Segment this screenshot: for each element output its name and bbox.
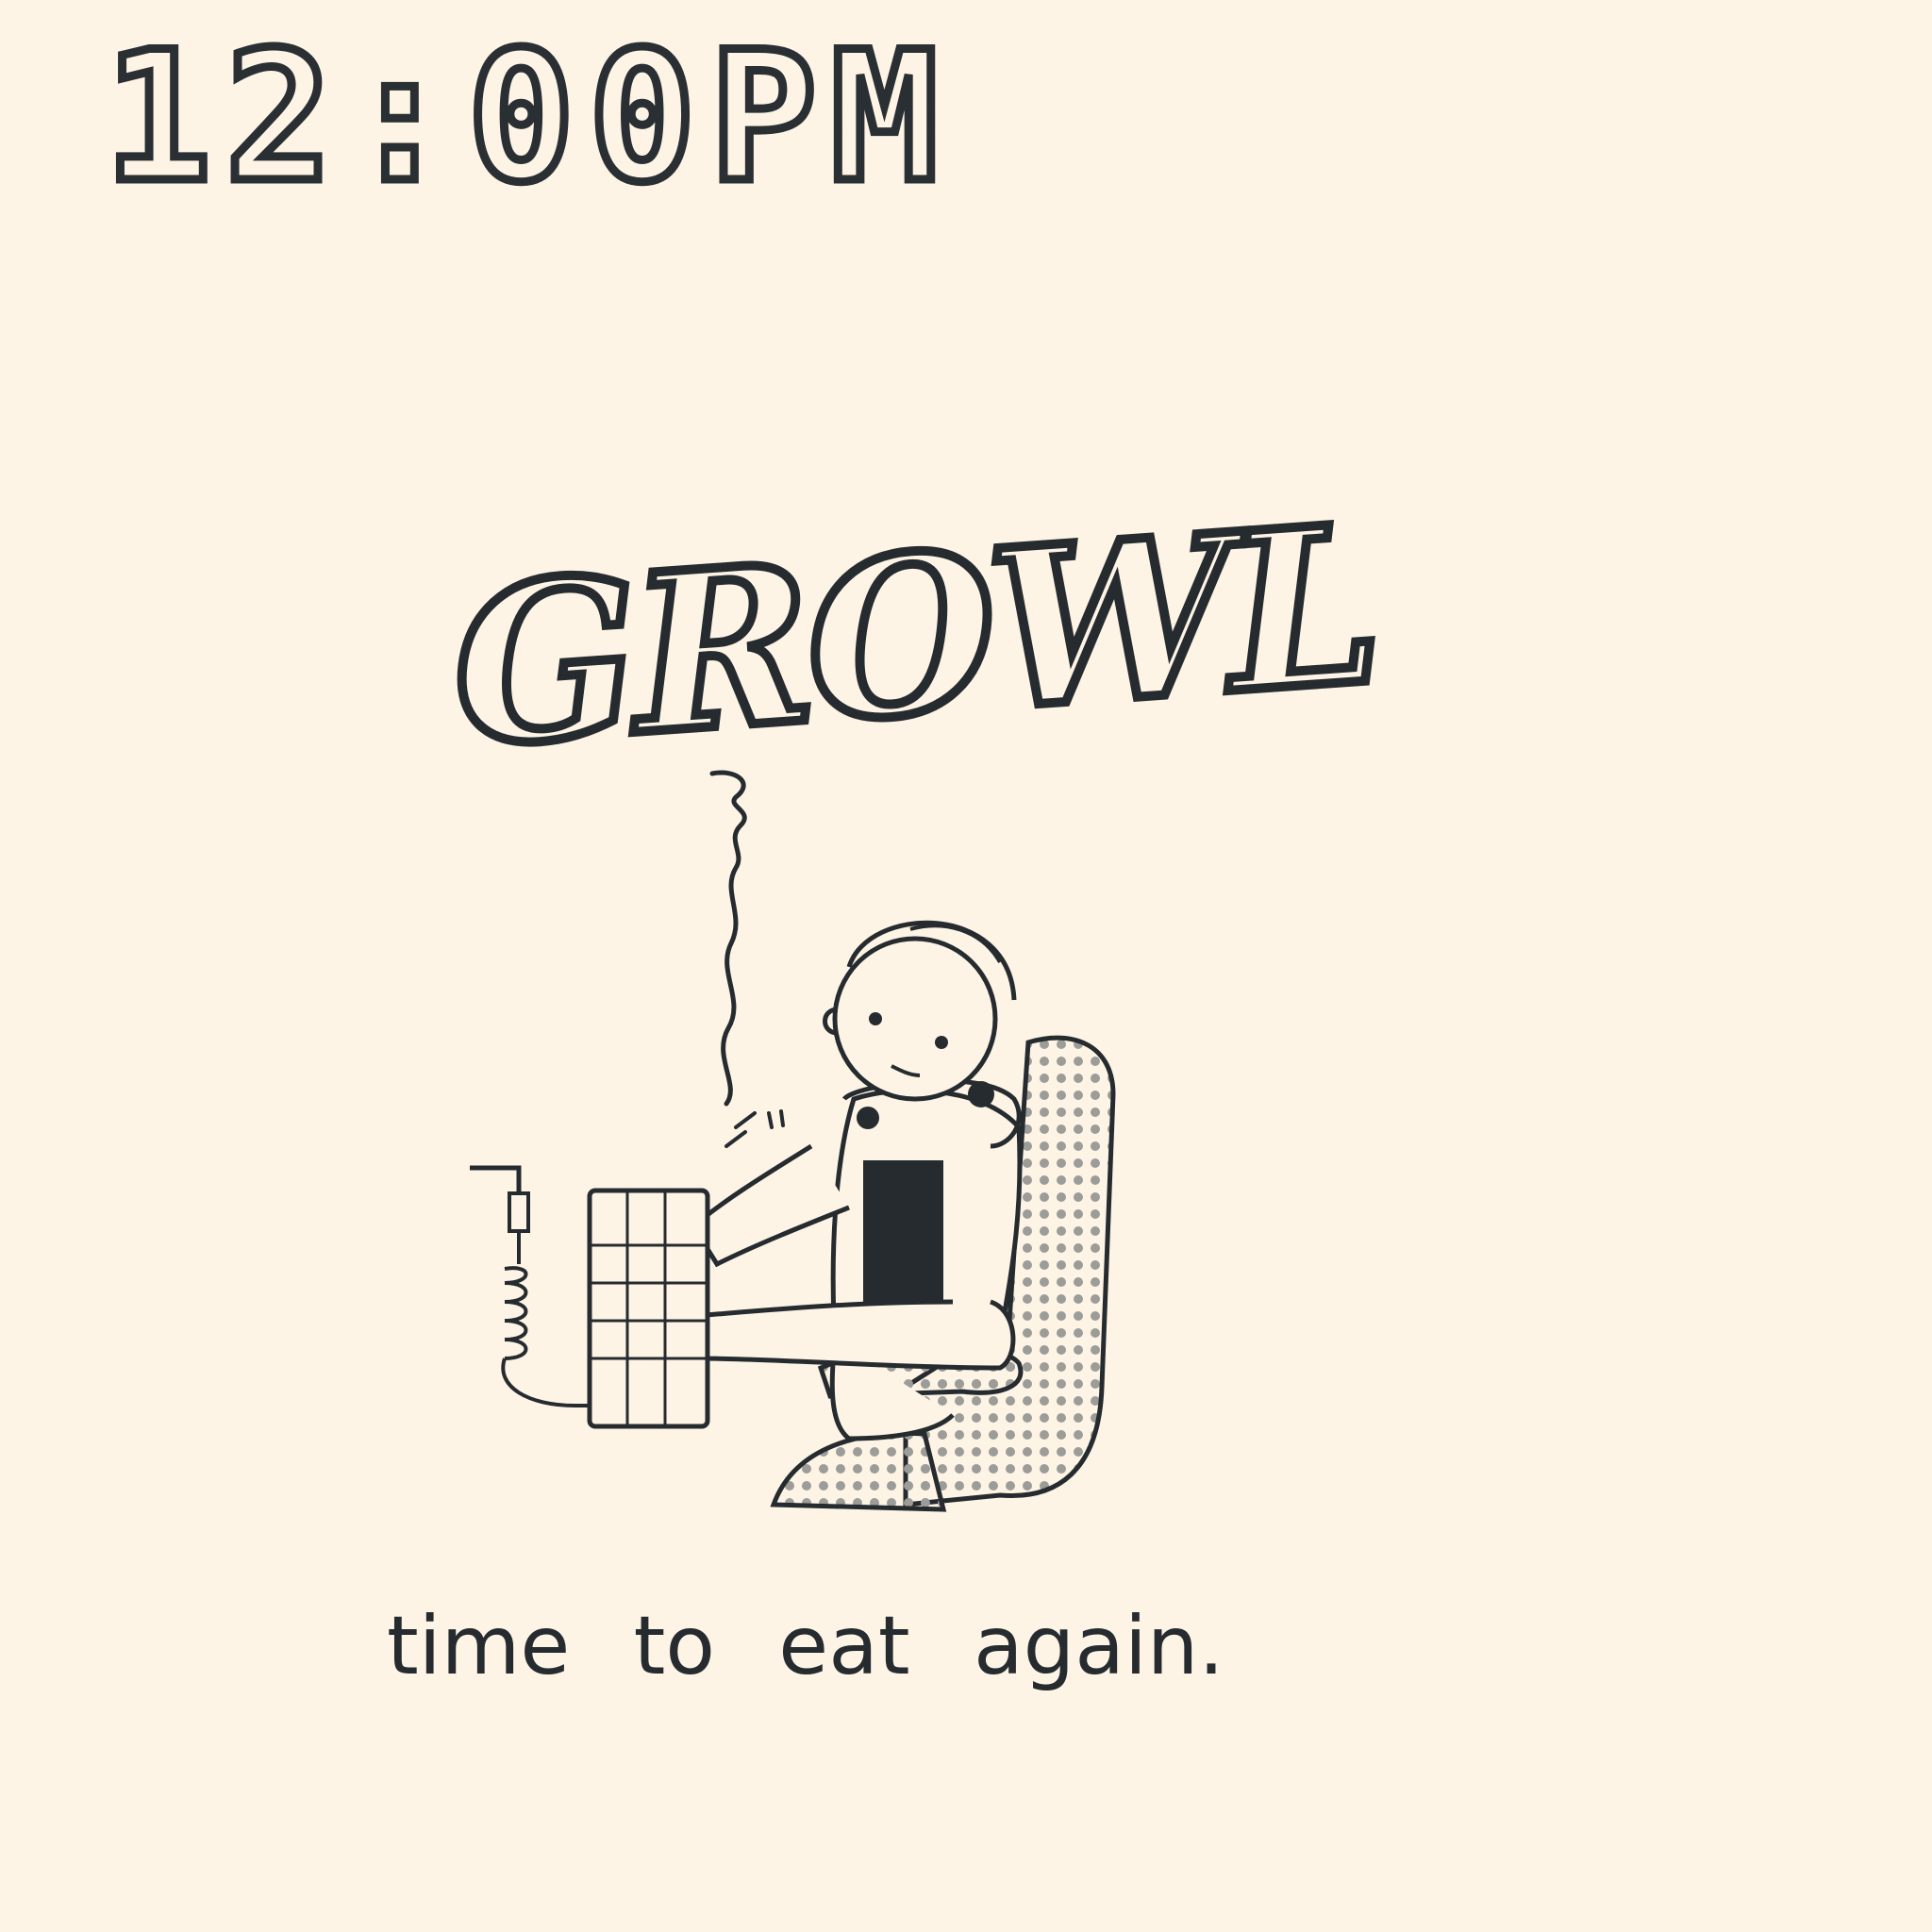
coiled-cable-icon bbox=[470, 1165, 590, 1407]
keyboard-icon bbox=[587, 1188, 710, 1429]
sound-effect-text: GROWL bbox=[441, 473, 1388, 801]
caption-text: time to eat again. bbox=[387, 1599, 1224, 1693]
growl-squiggle bbox=[709, 770, 747, 1107]
person-figure bbox=[690, 920, 1023, 1441]
comic-panel: 12:00PM GROWL time to eat again. bbox=[0, 0, 1932, 1932]
